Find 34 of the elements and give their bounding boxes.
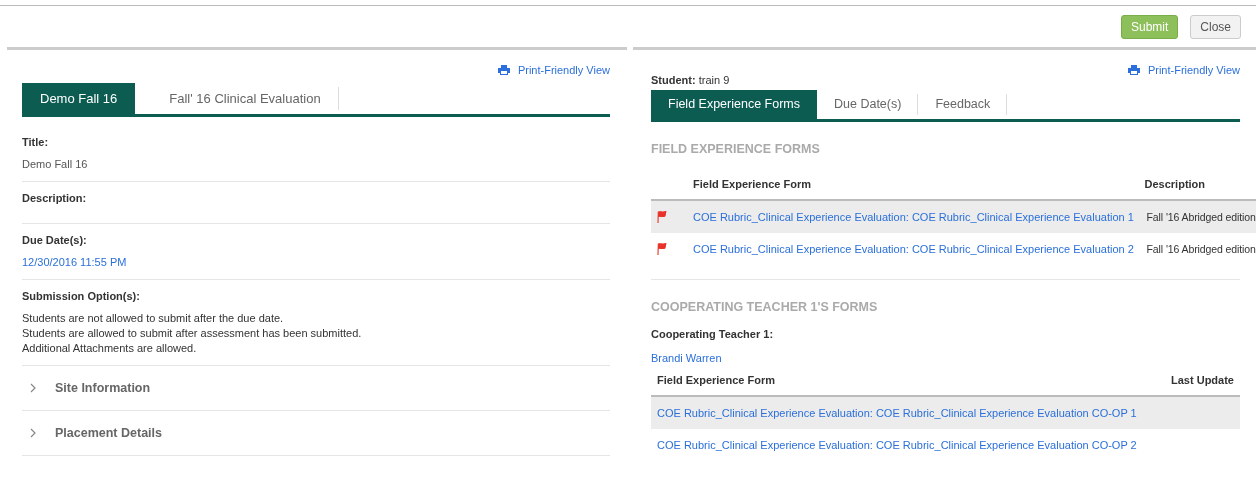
form-link[interactable]: COE Rubric_Clinical Experience Evaluation: COE Rubric_Clinical Experience Evaluation 2 [693,243,1134,255]
chevron-icon [29,383,37,393]
form-link[interactable]: COE Rubric_Clinical Experience Evaluation: COE Rubric_Clinical Experience Evaluation 1 [693,211,1134,223]
teacher-link[interactable]: Brandi Warren [651,352,1256,364]
table-cell: Fall '16 Abridged edition [1138,200,1256,233]
due-date-link[interactable]: 12/30/2016 11:55 PM [22,255,610,270]
tab[interactable]: Demo Fall 16 [22,83,136,114]
collapsible-section[interactable]: Site Information [22,366,610,411]
field-value: Additional Attachments are allowed. [22,341,198,356]
field-label: Title: [22,136,50,148]
field-value: Students are not allowed to submit after the due date. [22,311,285,326]
field-value: Students are allowed to submit after assessment has been submitted. [22,326,363,341]
section-heading: FIELD EXPERIENCE FORMS [651,142,821,156]
form-link[interactable]: COE Rubric_Clinical Experience Evaluation: COE Rubric_Clinical Experience Evaluation CO-OP 2 [657,439,1137,451]
table-cell: Fall '16 Abridged edition [1138,233,1256,265]
student-label: Student: [651,74,696,86]
field-label: Description: [22,192,88,204]
tab[interactable]: Field Experience Forms [651,90,817,119]
collapsible-section[interactable]: Placement Details [22,411,610,456]
chevron-icon [29,428,37,438]
field-label: Submission Option(s): [22,290,141,302]
print-friendly-link[interactable]: Print-Friendly View [1127,64,1240,76]
field-value: Demo Fall 16 [22,157,89,172]
tab[interactable]: Fall' 16 Clinical Evaluation [135,83,339,114]
header-button[interactable]: Close [1190,14,1241,39]
printer-icon [497,65,510,75]
printer-icon [1127,65,1140,75]
section-heading: COOPERATING TEACHER 1'S FORMS [651,300,879,314]
tab[interactable]: Due Date(s) [817,90,919,119]
teacher-label: Cooperating Teacher 1: [651,328,775,340]
tab[interactable]: Feedback [918,90,1008,119]
print-friendly-link[interactable]: Print-Friendly View [497,64,610,76]
field-label: Due Date(s): [22,234,88,246]
student-name: train 9 [698,74,730,86]
